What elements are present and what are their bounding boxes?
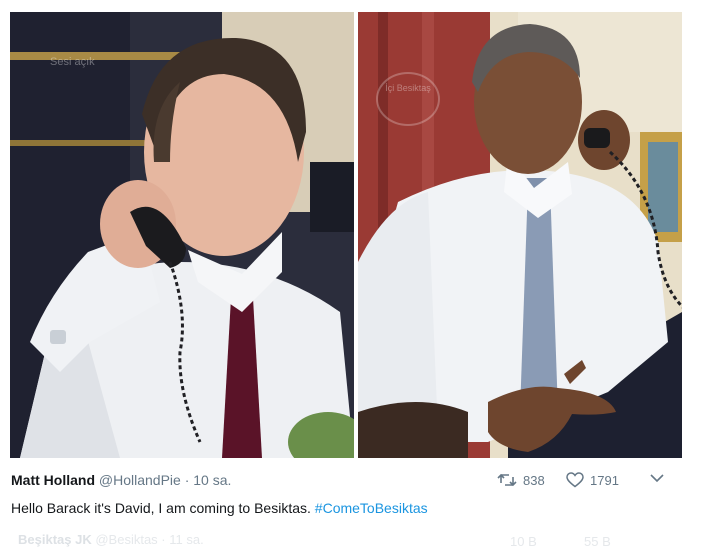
like-count: 1791 (590, 472, 619, 488)
author-handle[interactable]: @HollandPie (99, 472, 181, 488)
watermark-stamp: İçi Besiktaş (376, 72, 440, 126)
retweet-count: 838 (523, 472, 545, 488)
timestamp[interactable]: 10 sa. (193, 472, 231, 488)
ghost-handle: @Besiktas (95, 532, 158, 547)
ghost-like-count: 55 B (584, 534, 611, 549)
chevron-down-icon[interactable] (650, 473, 664, 483)
photo-left[interactable]: Sesi açık (10, 12, 354, 458)
retweet-icon (497, 473, 517, 487)
hashtag-link[interactable]: #ComeToBesiktas (315, 500, 428, 516)
ghost-time: 11 sa. (169, 532, 204, 547)
like-button[interactable]: 1791 (566, 472, 619, 488)
tweet-header: Matt Holland @HollandPie · 10 sa. (11, 472, 231, 488)
photo-right[interactable]: İçi Besiktaş (358, 12, 682, 458)
author-name[interactable]: Matt Holland (11, 472, 95, 488)
ghost-author-name: Beşiktaş JK (18, 532, 92, 547)
next-tweet-preview: Beşiktaş JK @Besiktas · 11 sa. 10 B 55 B (18, 532, 611, 549)
ghost-retweet-count: 10 B (510, 534, 537, 549)
watermark-text: Sesi açık (50, 56, 95, 68)
tweet[interactable]: Matt Holland @HollandPie · 10 sa. 838 17… (0, 462, 668, 518)
tweet-body: Hello Barack it's David, I am coming to … (11, 500, 311, 516)
tweet-text: Hello Barack it's David, I am coming to … (11, 500, 428, 516)
separator: · (184, 472, 190, 488)
tweet-media[interactable]: Sesi açık İçi Besiktaş (10, 12, 682, 458)
retweet-button[interactable]: 838 (497, 472, 545, 488)
heart-icon (566, 472, 584, 488)
